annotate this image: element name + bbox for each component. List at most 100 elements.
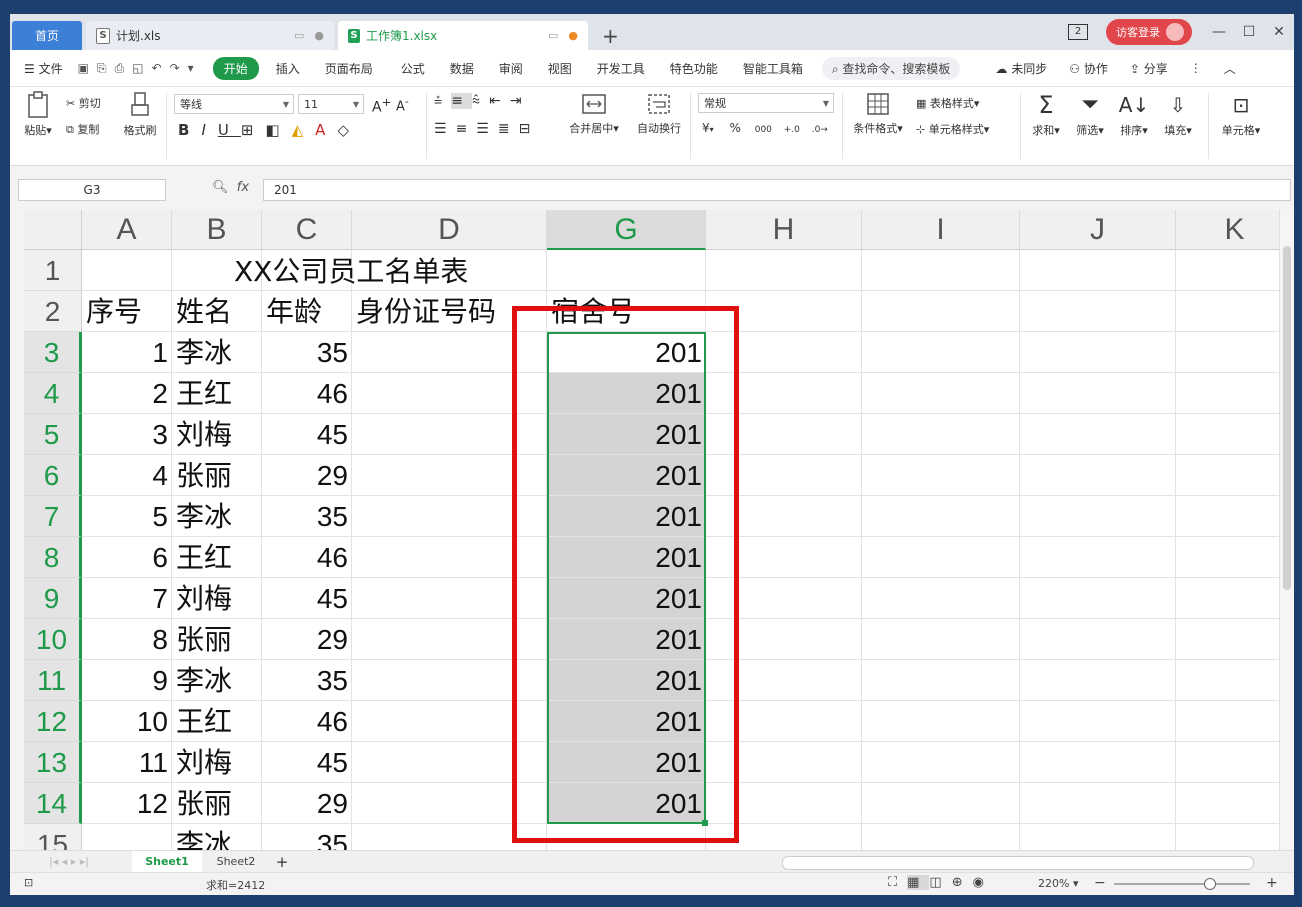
cell[interactable] — [352, 701, 547, 742]
cell[interactable] — [862, 578, 1020, 619]
cell[interactable] — [547, 250, 706, 291]
cell-room[interactable]: 201 — [547, 783, 706, 824]
row-header[interactable]: 2 — [24, 291, 82, 332]
zoom-icon[interactable]: 🔍︎ — [212, 180, 229, 195]
align-center-icon[interactable]: ≡ — [456, 121, 477, 137]
cell-name[interactable]: 刘梅 — [172, 414, 262, 455]
fullscreen-icon[interactable]: ⛶ — [888, 875, 907, 890]
sheet-tab-2[interactable]: Sheet2 — [206, 851, 266, 873]
indent-increase-icon[interactable]: ⇥ — [510, 93, 531, 109]
column-header-C[interactable]: C — [262, 210, 352, 250]
sort-button[interactable]: A↓ 排序▾ — [1116, 91, 1152, 138]
sum-button[interactable]: Σ 求和▾ — [1028, 91, 1064, 138]
cell[interactable] — [706, 414, 862, 455]
cell[interactable] — [1020, 373, 1176, 414]
row-header[interactable]: 7 — [24, 496, 82, 537]
minimize-icon[interactable]: — — [1204, 24, 1234, 40]
cell-name[interactable]: 李冰 — [172, 496, 262, 537]
cell[interactable] — [706, 291, 862, 332]
cell[interactable] — [862, 742, 1020, 783]
cell[interactable] — [862, 332, 1020, 373]
menu-file[interactable]: ☰ 文件 — [10, 60, 74, 77]
row-header[interactable]: 8 — [24, 537, 82, 578]
menu-start[interactable]: 开始 — [212, 56, 259, 80]
cell-age[interactable]: 45 — [262, 578, 352, 619]
cell[interactable] — [862, 496, 1020, 537]
font-color-icon[interactable]: A — [315, 121, 337, 139]
column-header-G[interactable]: G — [547, 210, 706, 250]
format-painter-button[interactable]: 格式刷 — [120, 91, 160, 138]
indent-decrease-icon[interactable]: ⇤ — [489, 93, 510, 109]
cell[interactable] — [862, 414, 1020, 455]
column-header-B[interactable]: B — [172, 210, 262, 250]
login-button[interactable]: 访客登录 — [1106, 19, 1192, 45]
cell[interactable] — [1020, 701, 1176, 742]
pin-icon[interactable]: ▭ — [548, 29, 558, 42]
cell[interactable] — [706, 496, 862, 537]
cell[interactable] — [706, 332, 862, 373]
menu-review[interactable]: 审阅 — [485, 60, 534, 77]
menu-page-layout[interactable]: 页面布局 — [311, 60, 387, 77]
cell[interactable] — [1176, 619, 1294, 660]
close-icon[interactable]: ✕ — [1264, 24, 1294, 40]
font-name-select[interactable]: 等线 ▼ — [174, 94, 294, 114]
window-count-badge[interactable]: 2 — [1068, 24, 1088, 40]
cell[interactable] — [862, 455, 1020, 496]
cell-room[interactable]: 201 — [547, 701, 706, 742]
undo-icon[interactable]: ↶ — [152, 61, 170, 75]
cell-room[interactable]: 201 — [547, 537, 706, 578]
preview-icon[interactable]: ◱ — [132, 61, 151, 75]
column-header-A[interactable]: A — [82, 210, 172, 250]
cell[interactable] — [352, 496, 547, 537]
tab-file-workbook[interactable]: S 工作簿1.xlsx ▭ ● — [338, 21, 588, 50]
redo-icon[interactable]: ↷ — [170, 61, 188, 75]
cell-no[interactable]: 7 — [82, 578, 172, 619]
cell-name[interactable]: 刘梅 — [172, 742, 262, 783]
cell-name[interactable]: 张丽 — [172, 619, 262, 660]
bold-icon[interactable]: B — [178, 121, 201, 139]
cell-age[interactable]: 45 — [262, 742, 352, 783]
cell[interactable] — [1176, 250, 1294, 291]
cell[interactable] — [1020, 660, 1176, 701]
cell[interactable] — [862, 660, 1020, 701]
name-box[interactable]: G3 — [18, 179, 166, 201]
align-left-icon[interactable]: ☰ — [434, 121, 456, 137]
increase-decimal-icon[interactable]: +.0 — [784, 125, 800, 135]
number-format-select[interactable]: 常规 ▼ — [698, 93, 834, 113]
cell-room[interactable]: 201 — [547, 455, 706, 496]
cell-age[interactable]: 35 — [262, 332, 352, 373]
vertical-scrollbar[interactable] — [1279, 210, 1294, 850]
print-icon[interactable]: ⎙ — [115, 61, 133, 75]
cell-style-button[interactable]: ⊹ 单元格样式▾ — [916, 121, 989, 137]
align-right-icon[interactable]: ☰ — [476, 121, 498, 137]
cell-no[interactable]: 11 — [82, 742, 172, 783]
cell-name[interactable]: 李冰 — [172, 660, 262, 701]
cell-age[interactable]: 35 — [262, 496, 352, 537]
cell-name[interactable]: 王红 — [172, 701, 262, 742]
cell[interactable] — [352, 537, 547, 578]
cell[interactable] — [1176, 291, 1294, 332]
paste-button[interactable]: 粘贴▾ — [20, 91, 56, 138]
menu-toolbox[interactable]: 智能工具箱 — [729, 60, 814, 77]
cell-room[interactable]: 201 — [547, 578, 706, 619]
cell-age[interactable]: 45 — [262, 414, 352, 455]
cell[interactable] — [1176, 824, 1294, 850]
status-icon[interactable]: ⊡ — [24, 876, 33, 889]
cell-no[interactable]: 10 — [82, 701, 172, 742]
decrease-decimal-icon[interactable]: .0→ — [812, 125, 828, 135]
cell-no[interactable]: 5 — [82, 496, 172, 537]
cell[interactable] — [352, 660, 547, 701]
cell-name[interactable]: 王红 — [172, 373, 262, 414]
cell[interactable] — [862, 824, 1020, 850]
save-icon[interactable]: ▣ — [78, 61, 97, 75]
horizontal-scrollbar[interactable] — [782, 856, 1254, 870]
cell[interactable] — [862, 373, 1020, 414]
cell[interactable] — [862, 537, 1020, 578]
cell[interactable] — [1176, 496, 1294, 537]
pin-icon[interactable]: ▭ — [294, 29, 304, 42]
new-tab-button[interactable]: + — [602, 24, 619, 48]
row-header[interactable]: 1 — [24, 250, 82, 291]
page-view-icon[interactable]: ◫ — [929, 875, 951, 890]
cell[interactable] — [706, 619, 862, 660]
add-sheet-icon[interactable]: + — [272, 851, 292, 873]
